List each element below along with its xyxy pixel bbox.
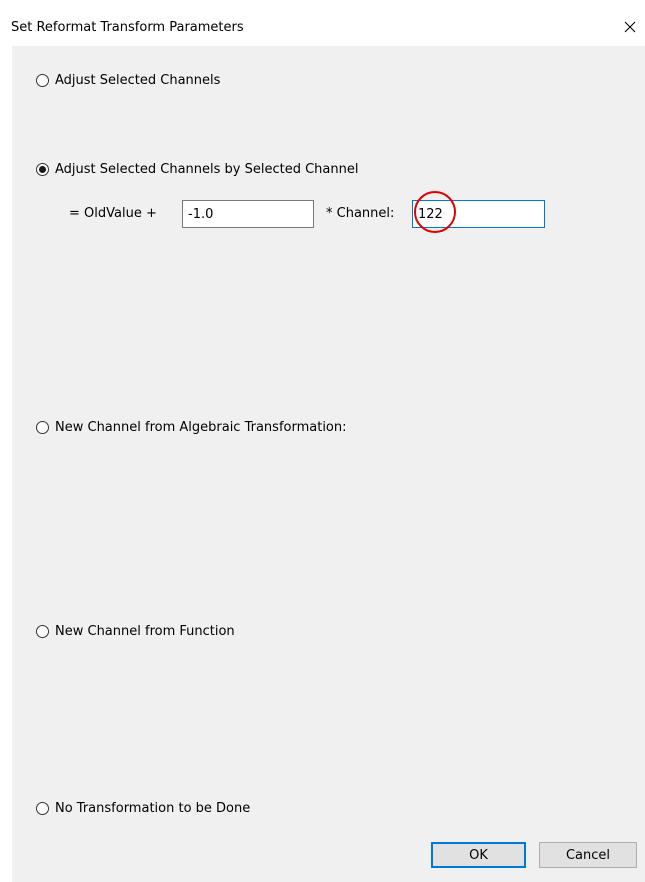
radio-button-no-transformation[interactable] bbox=[36, 802, 49, 815]
radio-label-adjust-by-selected-channel: Adjust Selected Channels by Selected Cha… bbox=[55, 162, 359, 177]
radio-algebraic-transformation[interactable]: New Channel from Algebraic Transformatio… bbox=[36, 420, 347, 435]
channel-label: * Channel: bbox=[326, 206, 395, 221]
channel-input[interactable] bbox=[412, 200, 545, 228]
radio-adjust-by-selected-channel[interactable]: Adjust Selected Channels by Selected Cha… bbox=[36, 162, 358, 177]
radio-button-algebraic-transformation[interactable] bbox=[36, 421, 49, 434]
coefficient-input[interactable] bbox=[182, 200, 314, 228]
close-button[interactable] bbox=[615, 10, 645, 44]
cancel-button[interactable]: Cancel bbox=[539, 842, 637, 868]
radio-label-no-transformation: No Transformation to be Done bbox=[55, 801, 251, 816]
radio-label-algebraic-transformation: New Channel from Algebraic Transformatio… bbox=[55, 420, 347, 435]
equation-prefix-label: = OldValue + bbox=[69, 206, 157, 221]
radio-adjust-selected-channels[interactable]: Adjust Selected Channels bbox=[36, 73, 220, 88]
close-icon bbox=[624, 21, 636, 33]
dialog-window: Set Reformat Transform Parameters Adjust… bbox=[0, 0, 645, 882]
radio-button-adjust-selected-channels[interactable] bbox=[36, 74, 49, 87]
radio-new-channel-from-function[interactable]: New Channel from Function bbox=[36, 624, 235, 639]
title-bar: Set Reformat Transform Parameters bbox=[0, 0, 645, 46]
radio-button-adjust-by-selected-channel[interactable] bbox=[36, 163, 49, 176]
radio-no-transformation[interactable]: No Transformation to be Done bbox=[36, 801, 250, 816]
ok-button[interactable]: OK bbox=[431, 842, 526, 868]
window-title: Set Reformat Transform Parameters bbox=[11, 20, 244, 35]
radio-label-new-channel-from-function: New Channel from Function bbox=[55, 624, 235, 639]
radio-label-adjust-selected-channels: Adjust Selected Channels bbox=[55, 73, 221, 88]
radio-button-new-channel-from-function[interactable] bbox=[36, 625, 49, 638]
